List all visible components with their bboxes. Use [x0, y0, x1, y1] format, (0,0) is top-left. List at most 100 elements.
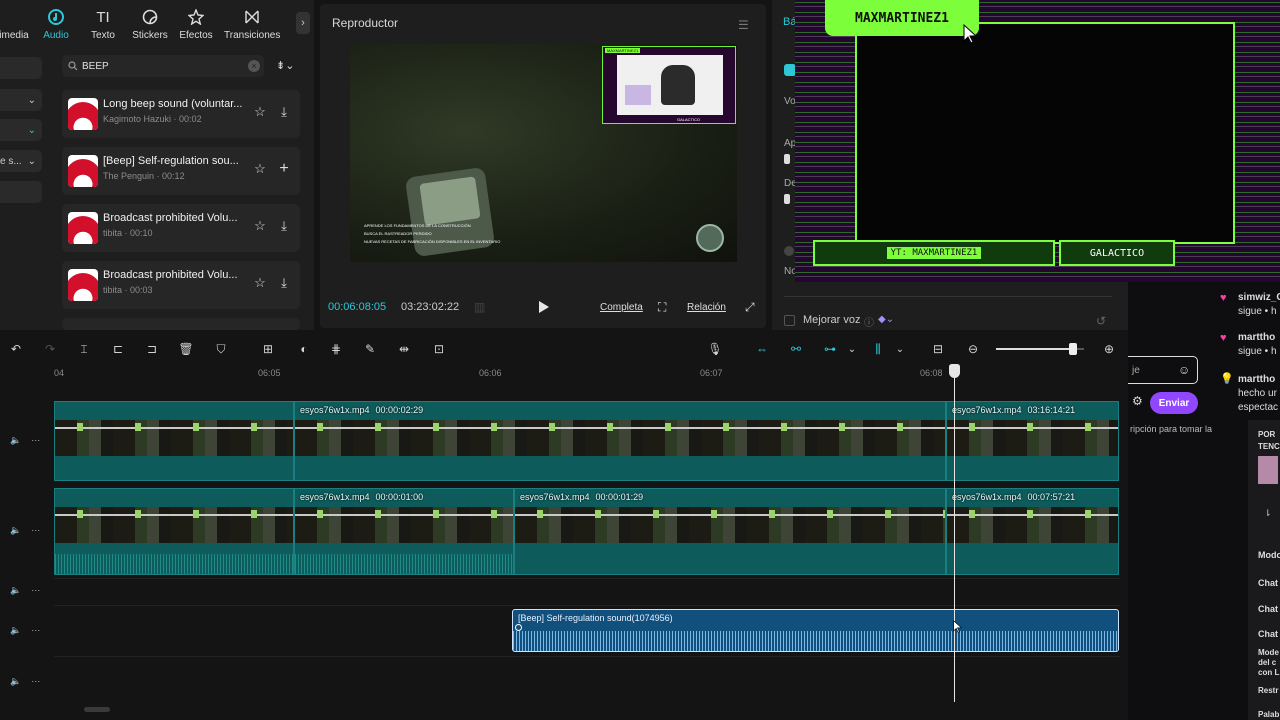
aspect-ratio-button[interactable]: Relación	[687, 302, 726, 313]
empty-track[interactable]	[54, 656, 1120, 700]
sound-card[interactable]: Long beep sound (voluntar... Kagimoto Ha…	[62, 90, 300, 138]
fullscreen-icon[interactable]: ⤢	[745, 300, 755, 315]
download-icon[interactable]: ⤓	[276, 218, 292, 234]
slider-handle[interactable]	[784, 194, 790, 204]
toggle-icon[interactable]	[784, 246, 794, 256]
send-button[interactable]: Enviar	[1150, 392, 1198, 414]
link-icon[interactable]: ⊶	[822, 341, 838, 357]
speaker-icon[interactable]: 🔈	[10, 525, 21, 536]
video-clip[interactable]: esyos76w1x.mp4 03:16:14:21	[946, 401, 1119, 481]
chat-username[interactable]: marttho	[1238, 374, 1275, 385]
tab-transitions[interactable]: Transiciones	[224, 8, 280, 41]
zoom-slider[interactable]	[996, 343, 1084, 355]
left-nav-item[interactable]	[0, 57, 42, 79]
setting-label[interactable]: Chat	[1258, 604, 1278, 614]
menu-icon[interactable]: ☰	[738, 18, 749, 32]
video-preview[interactable]: APRENDE LOS FUNDAMENTOS DE LA CONSTRUCCI…	[350, 44, 737, 262]
setting-label[interactable]: Mode	[1258, 648, 1279, 657]
freeze-icon[interactable]: ⊡	[431, 341, 447, 357]
left-nav-dropdown[interactable]: e s... ⌄	[0, 150, 42, 172]
full-quality-button[interactable]: Completa	[600, 302, 643, 313]
speaker-icon[interactable]: 🔈	[10, 676, 21, 687]
video-clip[interactable]	[54, 401, 294, 481]
video-clip[interactable]: esyos76w1x.mp4 00:07:57:21	[946, 488, 1119, 575]
more-icon[interactable]: ⋯	[31, 625, 40, 636]
keyframe-icon[interactable]	[515, 624, 522, 631]
preview-axis-icon[interactable]: ⫼	[870, 341, 886, 357]
undo-icon[interactable]: ↶	[8, 341, 24, 357]
info-icon[interactable]: ⓘ	[864, 314, 874, 329]
tabs-scroll-right-button[interactable]: ›	[296, 12, 310, 34]
star-icon[interactable]: ☆	[252, 275, 268, 291]
setting-label[interactable]: Modo	[1258, 550, 1280, 560]
search-field[interactable]: BEEP ×	[62, 55, 264, 77]
sound-card[interactable]: Broadcast prohibited Volu... tibita · 00…	[62, 261, 300, 309]
auto-snap-icon[interactable]: ⚯	[788, 341, 804, 357]
zoom-slider-handle[interactable]	[1069, 343, 1078, 355]
microphone-icon[interactable]: 🎙	[707, 341, 723, 357]
shield-icon[interactable]: ⛉	[213, 341, 229, 357]
speaker-icon[interactable]: 🔈	[10, 435, 21, 446]
split-right-icon[interactable]: ⊐	[144, 341, 160, 357]
gear-icon[interactable]: ⚙	[1132, 394, 1143, 408]
star-icon[interactable]: ☆	[252, 161, 268, 177]
search-input[interactable]: BEEP	[82, 61, 248, 72]
playhead-line[interactable]	[954, 366, 955, 702]
zoom-out-icon[interactable]: ⊖	[965, 341, 981, 357]
audio-clip[interactable]: [Beep] Self-regulation sound(1074956)	[512, 609, 1119, 652]
fit-timeline-icon[interactable]: ⊟	[930, 341, 946, 357]
speaker-icon[interactable]: 🔈	[10, 585, 21, 596]
speaker-icon[interactable]: 🔈	[10, 625, 21, 636]
more-icon[interactable]: ⋯	[31, 435, 40, 446]
reset-icon[interactable]: ↺	[1096, 314, 1106, 328]
empty-track[interactable]	[54, 578, 1120, 606]
plus-icon[interactable]: +	[276, 160, 292, 177]
slider-handle[interactable]	[784, 154, 790, 164]
split-left-icon[interactable]: ⊏	[110, 341, 126, 357]
star-icon[interactable]: ☆	[252, 104, 268, 120]
mask-icon[interactable]: ◐	[296, 341, 312, 357]
sound-card[interactable]: [Beep] Self-regulation sou... The Pengui…	[62, 147, 300, 195]
left-nav-item[interactable]	[0, 181, 42, 203]
chat-username[interactable]: marttho	[1238, 332, 1275, 343]
mirror-icon[interactable]: ⇹	[396, 341, 412, 357]
zoom-in-icon[interactable]: ⊕	[1101, 341, 1117, 357]
redo-icon[interactable]: ↷	[42, 341, 58, 357]
setting-label[interactable]: Chat	[1258, 629, 1278, 639]
crop-icon[interactable]: ⊞	[260, 341, 276, 357]
tab-effects[interactable]: Efectos	[168, 8, 224, 41]
sound-card[interactable]: Broadcast prohibited Volu... tibita · 00…	[62, 204, 300, 252]
emote-icon[interactable]: ☺	[1178, 363, 1190, 377]
setting-label[interactable]: Restr	[1258, 686, 1278, 695]
timeline-scrollbar[interactable]	[84, 707, 110, 712]
playhead-handle[interactable]	[949, 364, 960, 378]
delete-icon[interactable]: 🗑	[178, 341, 194, 357]
sound-card[interactable]	[62, 318, 300, 330]
download-icon[interactable]: ⤓	[276, 275, 292, 291]
filter-sort-button[interactable]: ⇟⌄	[276, 59, 294, 72]
video-clip[interactable]: esyos76w1x.mp4 00:00:01:29	[514, 488, 946, 575]
star-icon[interactable]: ☆	[252, 218, 268, 234]
setting-label[interactable]: Palab	[1258, 710, 1279, 719]
magic-icon[interactable]: ✎	[362, 341, 378, 357]
more-icon[interactable]: ⋯	[31, 585, 40, 596]
video-clip[interactable]: esyos76w1x.mp4 00:00:01:00	[294, 488, 514, 575]
left-nav-dropdown[interactable]: ⌄	[0, 119, 42, 141]
split-icon[interactable]: ⌶	[76, 341, 92, 357]
more-icon[interactable]: ⋯	[31, 676, 40, 687]
adjust-icon[interactable]: ⋕	[328, 341, 344, 357]
play-button[interactable]	[538, 300, 550, 314]
more-icon[interactable]: ⋯	[31, 525, 40, 536]
main-track-magnet-icon[interactable]: ⇔	[754, 341, 770, 357]
setting-label[interactable]: Chat	[1258, 578, 1278, 588]
chevron-down-icon[interactable]: ⌄	[844, 341, 860, 357]
video-clip[interactable]	[54, 488, 294, 575]
download-icon[interactable]: ⤓	[276, 104, 292, 120]
chevron-down-icon[interactable]: ⌄	[892, 341, 908, 357]
enhance-voice-checkbox[interactable]	[784, 315, 795, 326]
screenshot-icon[interactable]: ⛶	[658, 300, 666, 315]
video-clip[interactable]: esyos76w1x.mp4 00:00:02:29	[294, 401, 946, 481]
clear-search-icon[interactable]: ×	[248, 60, 260, 72]
grid-icon[interactable]: ▥	[474, 300, 485, 314]
left-nav-dropdown[interactable]: ⌄	[0, 89, 42, 111]
